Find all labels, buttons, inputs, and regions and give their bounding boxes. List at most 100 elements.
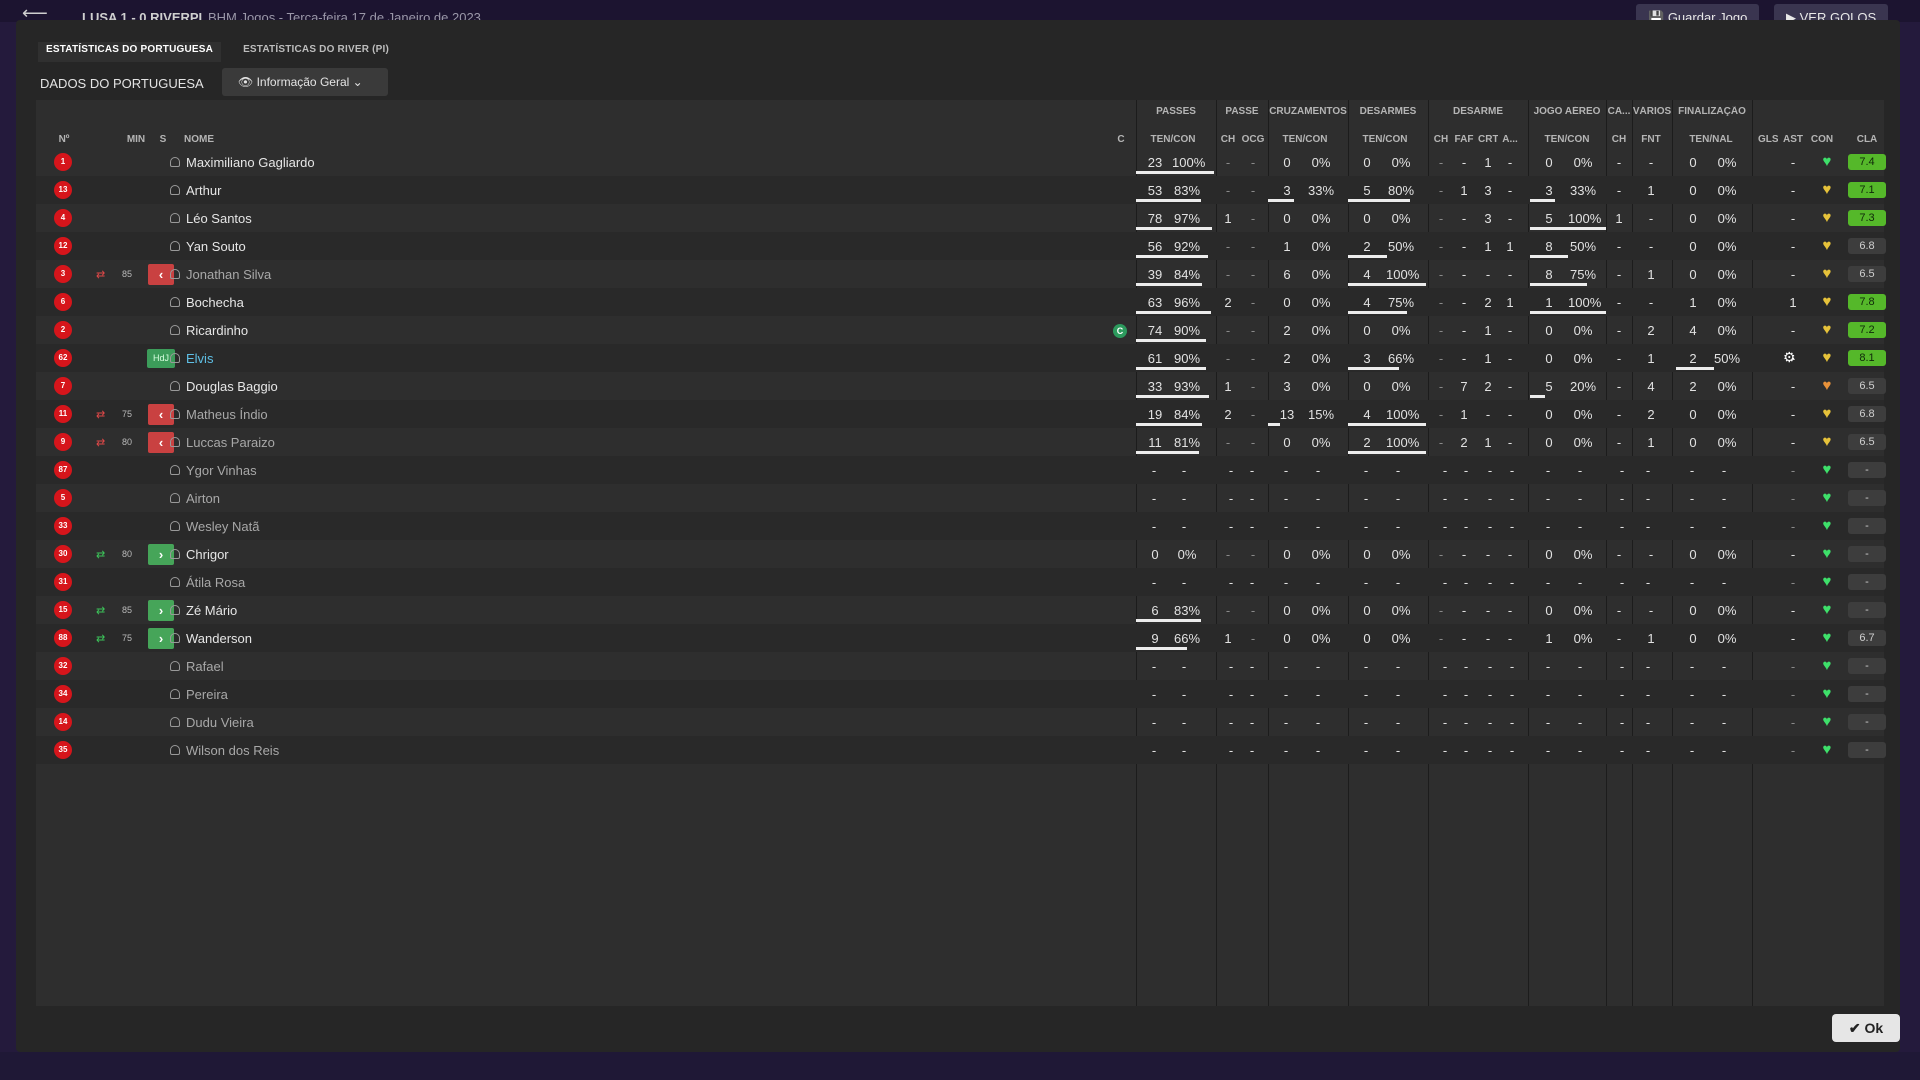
stat-cell: - [1438,239,1444,254]
table-row[interactable]: 88 ⇄ 75 › Wanderson 9 66% 1-0 0% 0 0% - - - -1 0% -1 0 0% -… [36,624,1886,652]
table-row[interactable]: 33 Wesley Natã - - - - - - - - - - - - - - - - - - - ♥ - [36,512,1886,540]
column-header-min[interactable]: MIN [116,134,156,145]
column-header-cach[interactable]: CH [1610,134,1628,145]
column-header-pocg[interactable]: OCG [1240,134,1266,145]
player-name[interactable]: Bochecha [186,295,244,310]
player-name[interactable]: Dudu Vieira [186,715,254,730]
player-name[interactable]: Matheus Índio [186,407,268,422]
table-row[interactable]: 11 ⇄ 75 ‹ Matheus Índio 19 84% 2-13 15% 4 100% -1- -… [36,400,1886,428]
table-row[interactable]: 1 Maximiliano Gagliardo 23 100% - -0 0% 0 0% - -1-… [36,148,1886,176]
column-header-des[interactable]: TEN/CON [1354,134,1416,145]
table-row[interactable]: 31 Átila Rosa - - - - - - - - - - - - - - - - - - - ♥ - [36,568,1886,596]
person-icon [170,157,180,167]
table-row[interactable]: 12 Yan Souto 56 92% - -1 0% 2 50% - -1 1 8 50% - -0 0% - ♥… [36,232,1886,260]
column-header-no[interactable]: Nº [54,134,74,145]
player-name[interactable]: Ricardinho [186,323,248,338]
player-name[interactable]: Rafael [186,659,224,674]
stat-cell: 19 [1147,407,1163,422]
table-row[interactable]: 6 Bochecha 63 96% 2-0 0% 4 75% - -2 1 1 100% - -1 0% 1 ♥ 7… [36,288,1886,316]
table-row[interactable]: 3 ⇄ 85 ‹ Jonathan Silva 39 84% - -6 0% 4 100% - - - -8 7… [36,260,1886,288]
condition-heart-icon: ♥ [1822,209,1832,226]
column-header-dfaf[interactable]: FAF [1454,134,1474,145]
column-header-name[interactable]: NOME [184,134,244,145]
table-row[interactable]: 34 Pereira - - - - - - - - - - - - - - - - - - - ♥ - [36,680,1886,708]
player-name[interactable]: Elvis [186,351,213,366]
shirt-number-badge: 62 [54,349,72,367]
column-header-pch[interactable]: CH [1219,134,1237,145]
stat-cell: - [1577,463,1583,478]
table-row[interactable]: 30 ⇄ 80 › Chrigor 0 0% - -0 0% 0 0% - - - -0 0% - -0 0% - ♥ - [36,540,1886,568]
player-name[interactable]: Jonathan Silva [186,267,271,282]
condition-heart-icon: ♥ [1822,461,1832,478]
player-name[interactable]: Yan Souto [186,239,246,254]
stat-cell: 1 [1484,239,1492,254]
table-row[interactable]: 5 Airton - - - - - - - - - - - - - - - - - - - ♥ - [36,484,1886,512]
stat-cell: - [1790,659,1796,674]
table-row[interactable]: 87 Ygor Vinhas - - - - - - - - - - - - - - - - - - - ♥ - [36,456,1886,484]
success-bar [1676,367,1714,370]
column-header-con[interactable]: CON [1808,134,1836,145]
column-header-fnt[interactable]: FNT [1636,134,1666,145]
column-header-da[interactable]: A... [1500,134,1520,145]
table-row[interactable]: 9 ⇄ 80 ‹ Luccas Paraizo 11 81% - -0 0% 2 100% -2 1-0 0… [36,428,1886,456]
column-header-s[interactable]: S [156,134,170,145]
player-name[interactable]: Airton [186,491,220,506]
player-name[interactable]: Chrigor [186,547,229,562]
player-name[interactable]: Luccas Paraizo [186,435,275,450]
tab-river-stats[interactable]: ESTATÍSTICAS DO RIVER (PI) [235,42,397,62]
stats-grid: PASSES PASSE CRUZAMENTOS DESARMES DESARME JOG… [36,100,1886,1006]
table-row[interactable]: 4 Léo Santos 78 97% 1-0 0% 0 0% - -3-5 100% 1-0 0% - ♥… [36,204,1886,232]
player-name[interactable]: Zé Mário [186,603,237,618]
stat-cell: - [1545,519,1551,534]
column-header-dch[interactable]: CH [1433,134,1449,145]
column-header-dcrt[interactable]: CRT [1478,134,1498,145]
rating-badge: 6.8 [1848,238,1886,254]
view-dropdown[interactable]: 👁 Informação Geral ⌄ [222,68,388,96]
table-row[interactable]: 62 HdJ Elvis 61 90% - -2 0% 3 66% - -1-0 0% -1 2 50% ⚙ - ♥… [36,344,1886,372]
player-name[interactable]: Maximiliano Gagliardo [186,155,315,170]
stat-cell: - [1181,715,1187,730]
tab-portuguesa-stats[interactable]: ESTATÍSTICAS DO PORTUGUESA [38,42,222,62]
table-row[interactable]: 7 Douglas Baggio 33 93% 1-3 0% 0 0% -7 2-5 20% -4 2 0… [36,372,1886,400]
player-name[interactable]: Douglas Baggio [186,379,278,394]
person-icon [170,633,180,643]
player-name[interactable]: Wanderson [186,631,252,646]
substitution-icon: ⇄ [96,633,106,645]
ok-button[interactable]: ✔ Ok [1832,1014,1900,1042]
stat-cell: - [1790,631,1796,646]
stat-cell: - [1645,575,1651,590]
column-header-cla[interactable]: CLA [1848,134,1886,145]
table-row[interactable]: 32 Rafael - - - - - - - - - - - - - - - - - - - ♥ - [36,652,1886,680]
table-row[interactable]: 13 Arthur 53 83% - -3 33% 5 80% -1 3-3 33% -1 0 0% - ♥ 7.… [36,176,1886,204]
person-icon [170,297,180,307]
column-header-ast[interactable]: AST [1782,134,1804,145]
player-name[interactable]: Wilson dos Reis [186,743,279,758]
stat-cell: 53 [1147,183,1163,198]
rating-badge: - [1848,490,1886,506]
stat-cell: 0% [1573,155,1593,170]
player-name[interactable]: Ygor Vinhas [186,463,257,478]
table-row[interactable]: 15 ⇄ 85 › Zé Mário 6 83% - -0 0% 0 0% - - - -0 0% - -0 0% - ♥… [36,596,1886,624]
column-header-fin[interactable]: TEN/NAL [1680,134,1742,145]
stat-cell: - [1577,519,1583,534]
player-name[interactable]: Pereira [186,687,228,702]
stat-cell: - [1487,491,1493,506]
stat-cell: - [1315,575,1321,590]
player-name[interactable]: Léo Santos [186,211,252,226]
column-header-c[interactable]: C [1114,134,1128,145]
column-header-aer[interactable]: TEN/CON [1536,134,1598,145]
player-name[interactable]: Arthur [186,183,221,198]
column-header-cruz[interactable]: TEN/CON [1274,134,1336,145]
table-row[interactable]: 35 Wilson dos Reis - - - - - - - - - - - - - - - - - - - ♥ - [36,736,1886,764]
column-header-gls[interactable]: GLS [1758,134,1778,145]
stat-cell: 0% [1391,603,1411,618]
stat-cell: - [1645,519,1651,534]
table-row[interactable]: 2 Ricardinho C 74 90% - -2 0% 0 0% - -1-0 0% -2 4 0% - ♥ 7… [36,316,1886,344]
column-header-passes[interactable]: TEN/CON [1142,134,1204,145]
stat-cell: 0 [1363,379,1371,394]
player-name[interactable]: Átila Rosa [186,575,245,590]
table-row[interactable]: 14 Dudu Vieira - - - - - - - - - - - - - - - - - - - ♥ - [36,708,1886,736]
stat-cell: 78 [1147,211,1163,226]
stat-cell: - [1790,183,1796,198]
player-name[interactable]: Wesley Natã [186,519,259,534]
